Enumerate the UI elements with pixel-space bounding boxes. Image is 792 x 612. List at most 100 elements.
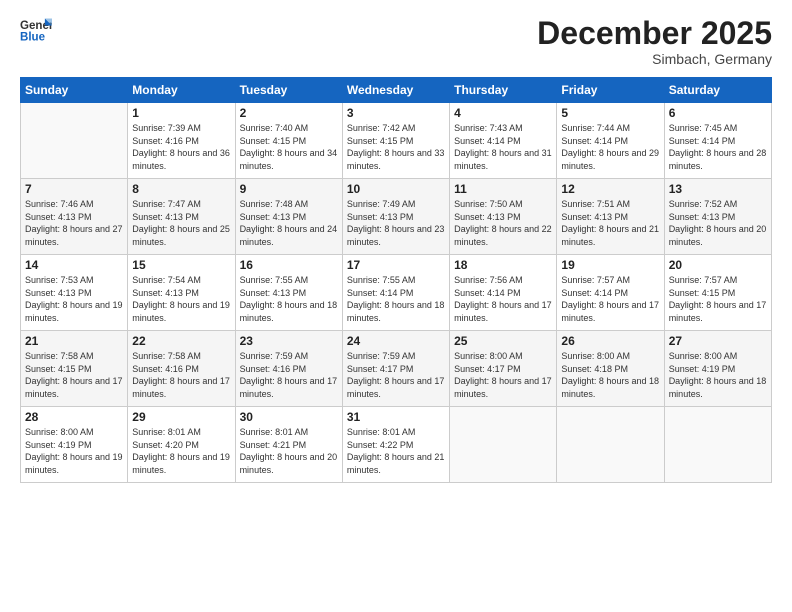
day-info: Sunrise: 7:42 AM Sunset: 4:15 PM Dayligh… [347,122,445,172]
day-cell: 7 Sunrise: 7:46 AM Sunset: 4:13 PM Dayli… [21,179,128,255]
day-info: Sunrise: 8:00 AM Sunset: 4:19 PM Dayligh… [25,426,123,476]
col-saturday: Saturday [664,78,771,103]
day-number: 15 [132,258,230,272]
day-cell [557,407,664,483]
day-number: 19 [561,258,659,272]
day-number: 22 [132,334,230,348]
sunrise-text: Sunrise: 7:53 AM [25,275,94,285]
sunset-text: Sunset: 4:13 PM [132,212,199,222]
sunset-text: Sunset: 4:14 PM [561,136,628,146]
day-cell [664,407,771,483]
day-info: Sunrise: 8:00 AM Sunset: 4:17 PM Dayligh… [454,350,552,400]
day-number: 20 [669,258,767,272]
day-number: 30 [240,410,338,424]
calendar-table: Sunday Monday Tuesday Wednesday Thursday… [20,77,772,483]
daylight-text: Daylight: 8 hours and 17 minutes. [669,300,767,323]
sunrise-text: Sunrise: 7:59 AM [240,351,309,361]
sunrise-text: Sunrise: 7:55 AM [240,275,309,285]
day-info: Sunrise: 8:00 AM Sunset: 4:19 PM Dayligh… [669,350,767,400]
day-cell: 1 Sunrise: 7:39 AM Sunset: 4:16 PM Dayli… [128,103,235,179]
week-row-2: 14 Sunrise: 7:53 AM Sunset: 4:13 PM Dayl… [21,255,772,331]
title-block: December 2025 Simbach, Germany [537,16,772,67]
day-cell: 28 Sunrise: 8:00 AM Sunset: 4:19 PM Dayl… [21,407,128,483]
day-number: 29 [132,410,230,424]
day-number: 24 [347,334,445,348]
sunrise-text: Sunrise: 8:01 AM [240,427,309,437]
sunrise-text: Sunrise: 7:43 AM [454,123,523,133]
day-cell: 22 Sunrise: 7:58 AM Sunset: 4:16 PM Dayl… [128,331,235,407]
day-info: Sunrise: 7:57 AM Sunset: 4:14 PM Dayligh… [561,274,659,324]
sunrise-text: Sunrise: 7:59 AM [347,351,416,361]
daylight-text: Daylight: 8 hours and 18 minutes. [240,300,338,323]
day-info: Sunrise: 7:49 AM Sunset: 4:13 PM Dayligh… [347,198,445,248]
sunrise-text: Sunrise: 7:54 AM [132,275,201,285]
day-cell: 31 Sunrise: 8:01 AM Sunset: 4:22 PM Dayl… [342,407,449,483]
day-cell: 13 Sunrise: 7:52 AM Sunset: 4:13 PM Dayl… [664,179,771,255]
sunrise-text: Sunrise: 7:40 AM [240,123,309,133]
sunset-text: Sunset: 4:16 PM [240,364,307,374]
daylight-text: Daylight: 8 hours and 19 minutes. [132,452,230,475]
day-number: 21 [25,334,123,348]
header-row: Sunday Monday Tuesday Wednesday Thursday… [21,78,772,103]
day-cell [21,103,128,179]
day-cell: 4 Sunrise: 7:43 AM Sunset: 4:14 PM Dayli… [450,103,557,179]
day-cell: 24 Sunrise: 7:59 AM Sunset: 4:17 PM Dayl… [342,331,449,407]
day-cell: 12 Sunrise: 7:51 AM Sunset: 4:13 PM Dayl… [557,179,664,255]
sunset-text: Sunset: 4:21 PM [240,440,307,450]
day-cell: 16 Sunrise: 7:55 AM Sunset: 4:13 PM Dayl… [235,255,342,331]
sunset-text: Sunset: 4:13 PM [25,212,92,222]
sunset-text: Sunset: 4:14 PM [454,288,521,298]
day-number: 1 [132,106,230,120]
day-info: Sunrise: 7:48 AM Sunset: 4:13 PM Dayligh… [240,198,338,248]
daylight-text: Daylight: 8 hours and 17 minutes. [561,300,659,323]
day-number: 27 [669,334,767,348]
sunset-text: Sunset: 4:17 PM [347,364,414,374]
daylight-text: Daylight: 8 hours and 18 minutes. [561,376,659,399]
daylight-text: Daylight: 8 hours and 18 minutes. [347,300,445,323]
day-number: 17 [347,258,445,272]
day-info: Sunrise: 7:39 AM Sunset: 4:16 PM Dayligh… [132,122,230,172]
page: General Blue December 2025 Simbach, Germ… [0,0,792,612]
day-cell: 26 Sunrise: 8:00 AM Sunset: 4:18 PM Dayl… [557,331,664,407]
day-info: Sunrise: 8:01 AM Sunset: 4:21 PM Dayligh… [240,426,338,476]
day-number: 18 [454,258,552,272]
day-cell: 9 Sunrise: 7:48 AM Sunset: 4:13 PM Dayli… [235,179,342,255]
week-row-3: 21 Sunrise: 7:58 AM Sunset: 4:15 PM Dayl… [21,331,772,407]
day-number: 5 [561,106,659,120]
day-cell: 11 Sunrise: 7:50 AM Sunset: 4:13 PM Dayl… [450,179,557,255]
day-cell: 5 Sunrise: 7:44 AM Sunset: 4:14 PM Dayli… [557,103,664,179]
daylight-text: Daylight: 8 hours and 33 minutes. [347,148,445,171]
day-info: Sunrise: 7:56 AM Sunset: 4:14 PM Dayligh… [454,274,552,324]
sunrise-text: Sunrise: 7:39 AM [132,123,201,133]
sunrise-text: Sunrise: 7:52 AM [669,199,738,209]
sunset-text: Sunset: 4:15 PM [669,288,736,298]
day-info: Sunrise: 7:50 AM Sunset: 4:13 PM Dayligh… [454,198,552,248]
sunset-text: Sunset: 4:15 PM [25,364,92,374]
day-cell: 15 Sunrise: 7:54 AM Sunset: 4:13 PM Dayl… [128,255,235,331]
sunset-text: Sunset: 4:16 PM [132,136,199,146]
sunrise-text: Sunrise: 8:00 AM [25,427,94,437]
daylight-text: Daylight: 8 hours and 29 minutes. [561,148,659,171]
day-cell: 27 Sunrise: 8:00 AM Sunset: 4:19 PM Dayl… [664,331,771,407]
sunset-text: Sunset: 4:14 PM [669,136,736,146]
day-number: 25 [454,334,552,348]
sunset-text: Sunset: 4:15 PM [347,136,414,146]
day-number: 11 [454,182,552,196]
sunrise-text: Sunrise: 7:48 AM [240,199,309,209]
sunrise-text: Sunrise: 7:49 AM [347,199,416,209]
week-row-1: 7 Sunrise: 7:46 AM Sunset: 4:13 PM Dayli… [21,179,772,255]
calendar-header: Sunday Monday Tuesday Wednesday Thursday… [21,78,772,103]
day-cell: 21 Sunrise: 7:58 AM Sunset: 4:15 PM Dayl… [21,331,128,407]
header: General Blue December 2025 Simbach, Germ… [20,16,772,67]
daylight-text: Daylight: 8 hours and 22 minutes. [454,224,552,247]
day-info: Sunrise: 7:51 AM Sunset: 4:13 PM Dayligh… [561,198,659,248]
sunset-text: Sunset: 4:14 PM [347,288,414,298]
sunset-text: Sunset: 4:13 PM [561,212,628,222]
sunrise-text: Sunrise: 7:45 AM [669,123,738,133]
day-number: 10 [347,182,445,196]
col-friday: Friday [557,78,664,103]
day-info: Sunrise: 7:53 AM Sunset: 4:13 PM Dayligh… [25,274,123,324]
day-info: Sunrise: 7:58 AM Sunset: 4:15 PM Dayligh… [25,350,123,400]
daylight-text: Daylight: 8 hours and 17 minutes. [454,376,552,399]
sunrise-text: Sunrise: 7:58 AM [25,351,94,361]
